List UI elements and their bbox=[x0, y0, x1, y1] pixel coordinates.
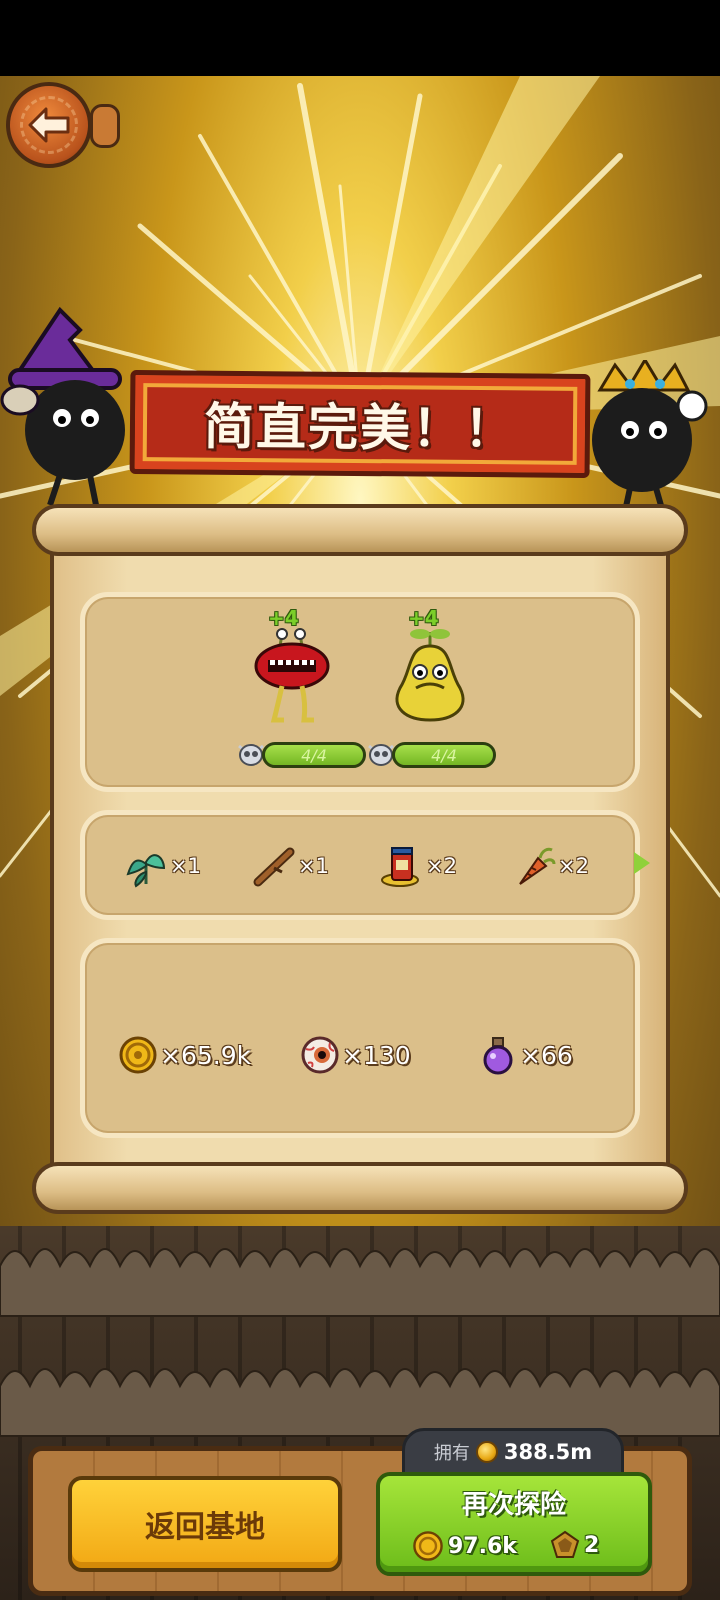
explore-again-button[interactable]: 再次探险 97.6k 2 bbox=[376, 1472, 652, 1576]
return-button-label: 返回基地 bbox=[145, 1510, 265, 1545]
eyeball-icon bbox=[301, 1036, 339, 1074]
reward-potion: ×66 bbox=[478, 1030, 573, 1080]
exp-text: 4/4 bbox=[301, 746, 327, 765]
item-reward[interactable]: ×1 bbox=[252, 838, 329, 894]
yellow-pear-monster-icon bbox=[395, 629, 465, 722]
explore-again-label: 再次探险 bbox=[461, 1490, 566, 1520]
item-reward[interactable]: ×1 bbox=[124, 838, 201, 894]
item-reward[interactable]: ×2 bbox=[512, 838, 589, 894]
potion-jar-icon bbox=[381, 847, 419, 887]
red-lips-monster-icon bbox=[254, 628, 330, 723]
witch-hat-critter-icon bbox=[0, 306, 125, 506]
back-button[interactable] bbox=[6, 82, 92, 168]
reward-eyeball: ×130 bbox=[300, 1030, 411, 1080]
green-herb-icon bbox=[126, 854, 166, 888]
item-count: ×1 bbox=[170, 854, 201, 878]
pentagon-gem-icon bbox=[550, 1530, 580, 1558]
status-bar bbox=[0, 0, 720, 76]
return-to-base-button[interactable]: 返回基地 bbox=[68, 1476, 342, 1572]
scroll-top-roll bbox=[32, 504, 688, 556]
owned-label: 拥有 bbox=[433, 1443, 470, 1464]
gem-cost-value: 2 bbox=[584, 1532, 600, 1558]
owned-value: 388.5m bbox=[503, 1440, 593, 1464]
result-banner: 简直完美！！ bbox=[129, 369, 591, 479]
reward-count: ×65.9k bbox=[160, 1040, 252, 1070]
exp-bar: 4/4 bbox=[392, 742, 496, 768]
back-button-handle bbox=[90, 104, 120, 148]
next-arrow-icon[interactable] bbox=[634, 852, 650, 874]
crown-critter-icon bbox=[592, 360, 708, 517]
item-reward[interactable]: ×2 bbox=[380, 838, 457, 894]
gem-cost: 2 bbox=[550, 1530, 599, 1560]
exp-text: 4/4 bbox=[431, 746, 457, 765]
reward-gold: ×65.9k bbox=[118, 1030, 251, 1080]
gold-coin-icon bbox=[413, 1531, 443, 1561]
coin-cost: 97.6k bbox=[412, 1530, 517, 1562]
exp-bar: 4/4 bbox=[262, 742, 366, 768]
reward-count: ×66 bbox=[520, 1040, 573, 1070]
carrot-root-icon bbox=[519, 847, 556, 885]
item-count: ×2 bbox=[426, 854, 457, 878]
item-count: ×2 bbox=[558, 854, 589, 878]
reward-count: ×130 bbox=[342, 1040, 411, 1070]
gold-coin-icon bbox=[475, 1441, 498, 1463]
purple-potion-icon bbox=[483, 1037, 513, 1075]
scroll-bottom-roll bbox=[32, 1162, 688, 1214]
gold-coin-icon bbox=[119, 1036, 157, 1074]
banner-title: 简直完美！！ bbox=[203, 397, 517, 459]
item-count: ×1 bbox=[298, 854, 329, 878]
coin-cost-value: 97.6k bbox=[448, 1533, 517, 1559]
wooden-stick-icon bbox=[253, 847, 295, 887]
owned-gold-display: 拥有 388.5m bbox=[402, 1428, 624, 1476]
